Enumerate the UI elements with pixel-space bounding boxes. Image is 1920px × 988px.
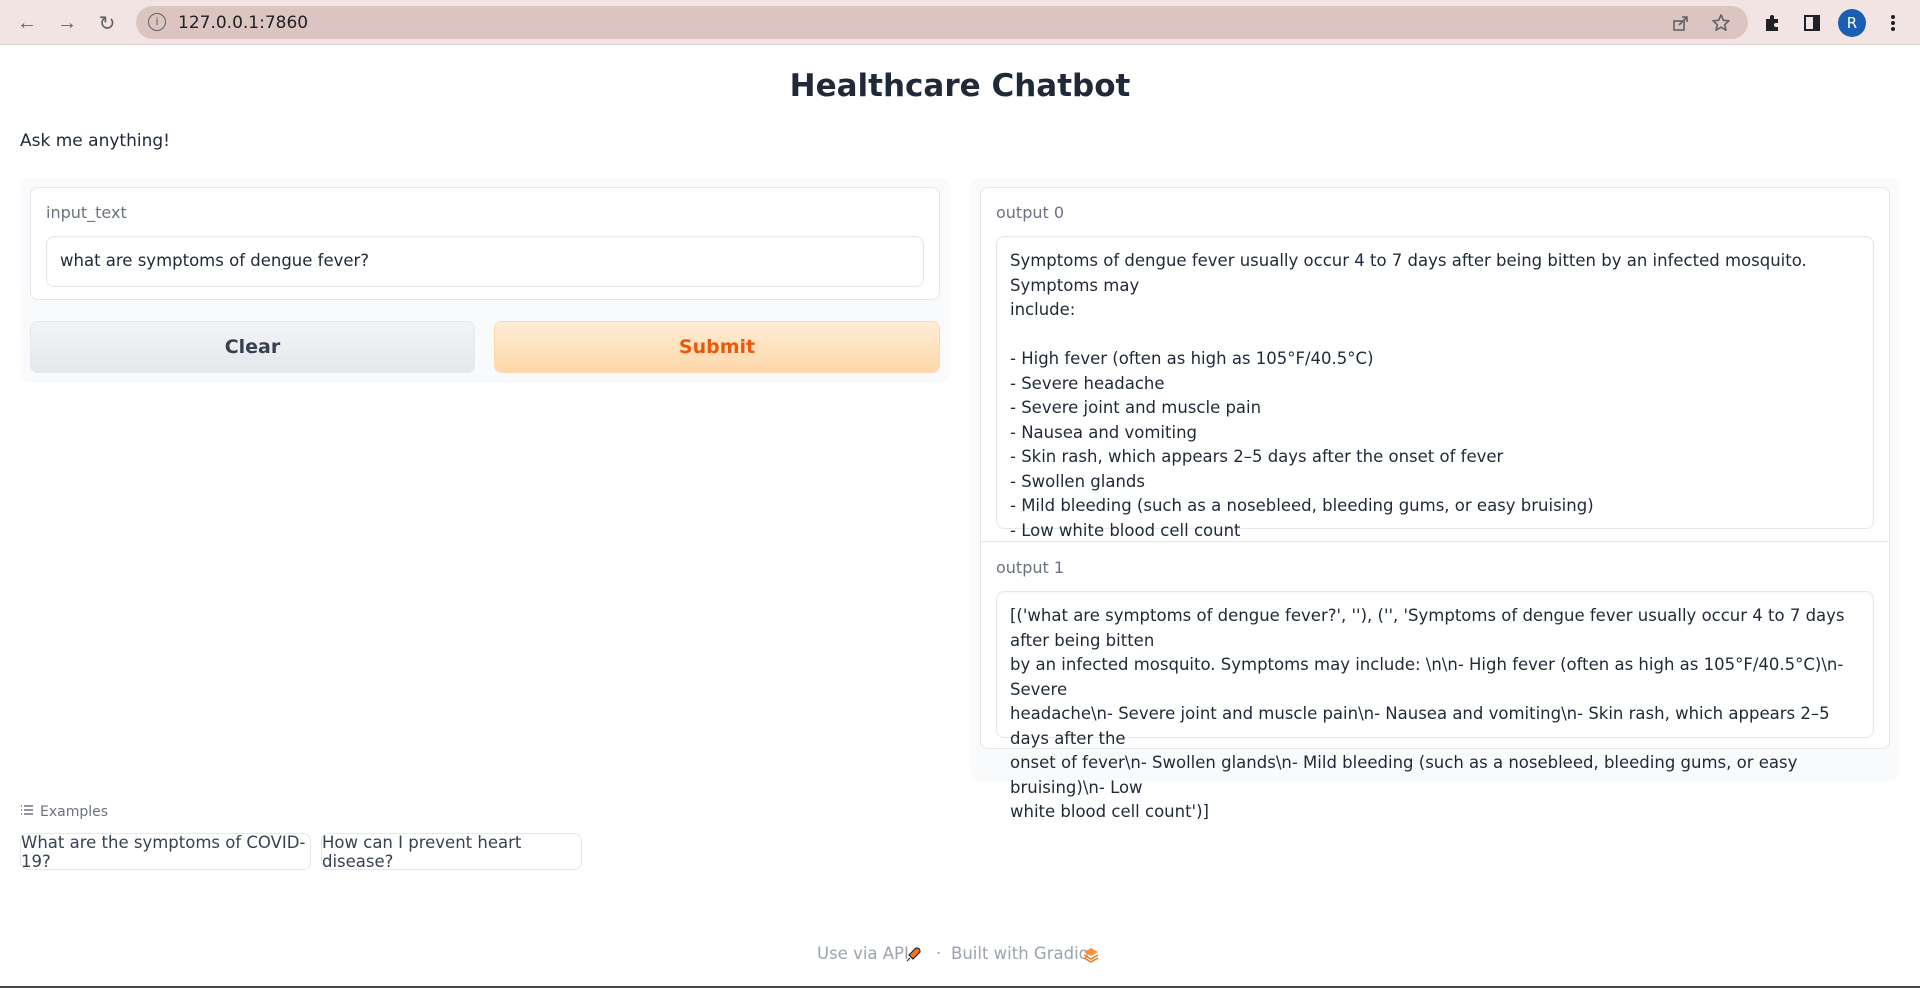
- output-0-value: Symptoms of dengue fever usually occur 4…: [1010, 251, 1807, 540]
- output-0-label: output 0: [996, 203, 1065, 222]
- page-title: Healthcare Chatbot: [789, 68, 1131, 104]
- examples-heading: Examples: [40, 804, 109, 820]
- back-arrow-icon[interactable]: ←: [12, 8, 42, 38]
- footer-separator: ·: [936, 944, 942, 963]
- examples-header: Examples: [20, 804, 108, 820]
- input-block: input_text what are symptoms of dengue f…: [30, 187, 940, 300]
- url-text[interactable]: 127.0.0.1:7860: [178, 13, 308, 33]
- input-label: input_text: [46, 203, 127, 222]
- rocket-icon: [904, 946, 922, 969]
- output-1-label: output 1: [996, 558, 1065, 577]
- question-input-value: what are symptoms of dengue fever?: [60, 251, 370, 270]
- address-bar[interactable]: i 127.0.0.1:7860: [136, 6, 1748, 39]
- gradio-logo-icon: [1082, 946, 1100, 969]
- site-info-icon[interactable]: i: [148, 13, 166, 31]
- use-via-api-link[interactable]: Use via API: [817, 944, 909, 963]
- extensions-puzzle-icon[interactable]: [1757, 8, 1787, 38]
- submit-button[interactable]: Submit: [494, 321, 940, 373]
- reload-icon[interactable]: ↻: [92, 8, 122, 38]
- clear-button[interactable]: Clear: [30, 321, 475, 373]
- built-with-gradio-link[interactable]: Built with Gradio: [951, 944, 1089, 963]
- share-icon[interactable]: [1670, 12, 1692, 34]
- question-input[interactable]: what are symptoms of dengue fever?: [46, 236, 924, 287]
- example-covid[interactable]: What are the symptoms of COVID-19?: [20, 833, 311, 871]
- bookmark-star-icon[interactable]: [1710, 12, 1732, 34]
- browser-toolbar: ← → ↻ i 127.0.0.1:7860 R: [0, 0, 1920, 45]
- output-1-textbox[interactable]: [('what are symptoms of dengue fever?', …: [996, 591, 1874, 821]
- profile-avatar[interactable]: R: [1838, 9, 1866, 37]
- page-description: Ask me anything!: [20, 131, 170, 151]
- output-1-block: output 1 [('what are symptoms of dengue …: [980, 541, 1890, 821]
- forward-arrow-icon[interactable]: →: [52, 8, 82, 38]
- example-heart-disease[interactable]: How can I prevent heart disease?: [321, 833, 582, 871]
- side-panel-icon[interactable]: [1797, 8, 1827, 38]
- output-0-block: output 0 Symptoms of dengue fever usuall…: [980, 187, 1890, 542]
- kebab-menu-icon[interactable]: [1878, 8, 1908, 38]
- list-icon: [20, 804, 34, 820]
- output-1-value: [('what are symptoms of dengue fever?', …: [1010, 606, 1845, 821]
- output-0-textbox[interactable]: Symptoms of dengue fever usually occur 4…: [996, 236, 1874, 540]
